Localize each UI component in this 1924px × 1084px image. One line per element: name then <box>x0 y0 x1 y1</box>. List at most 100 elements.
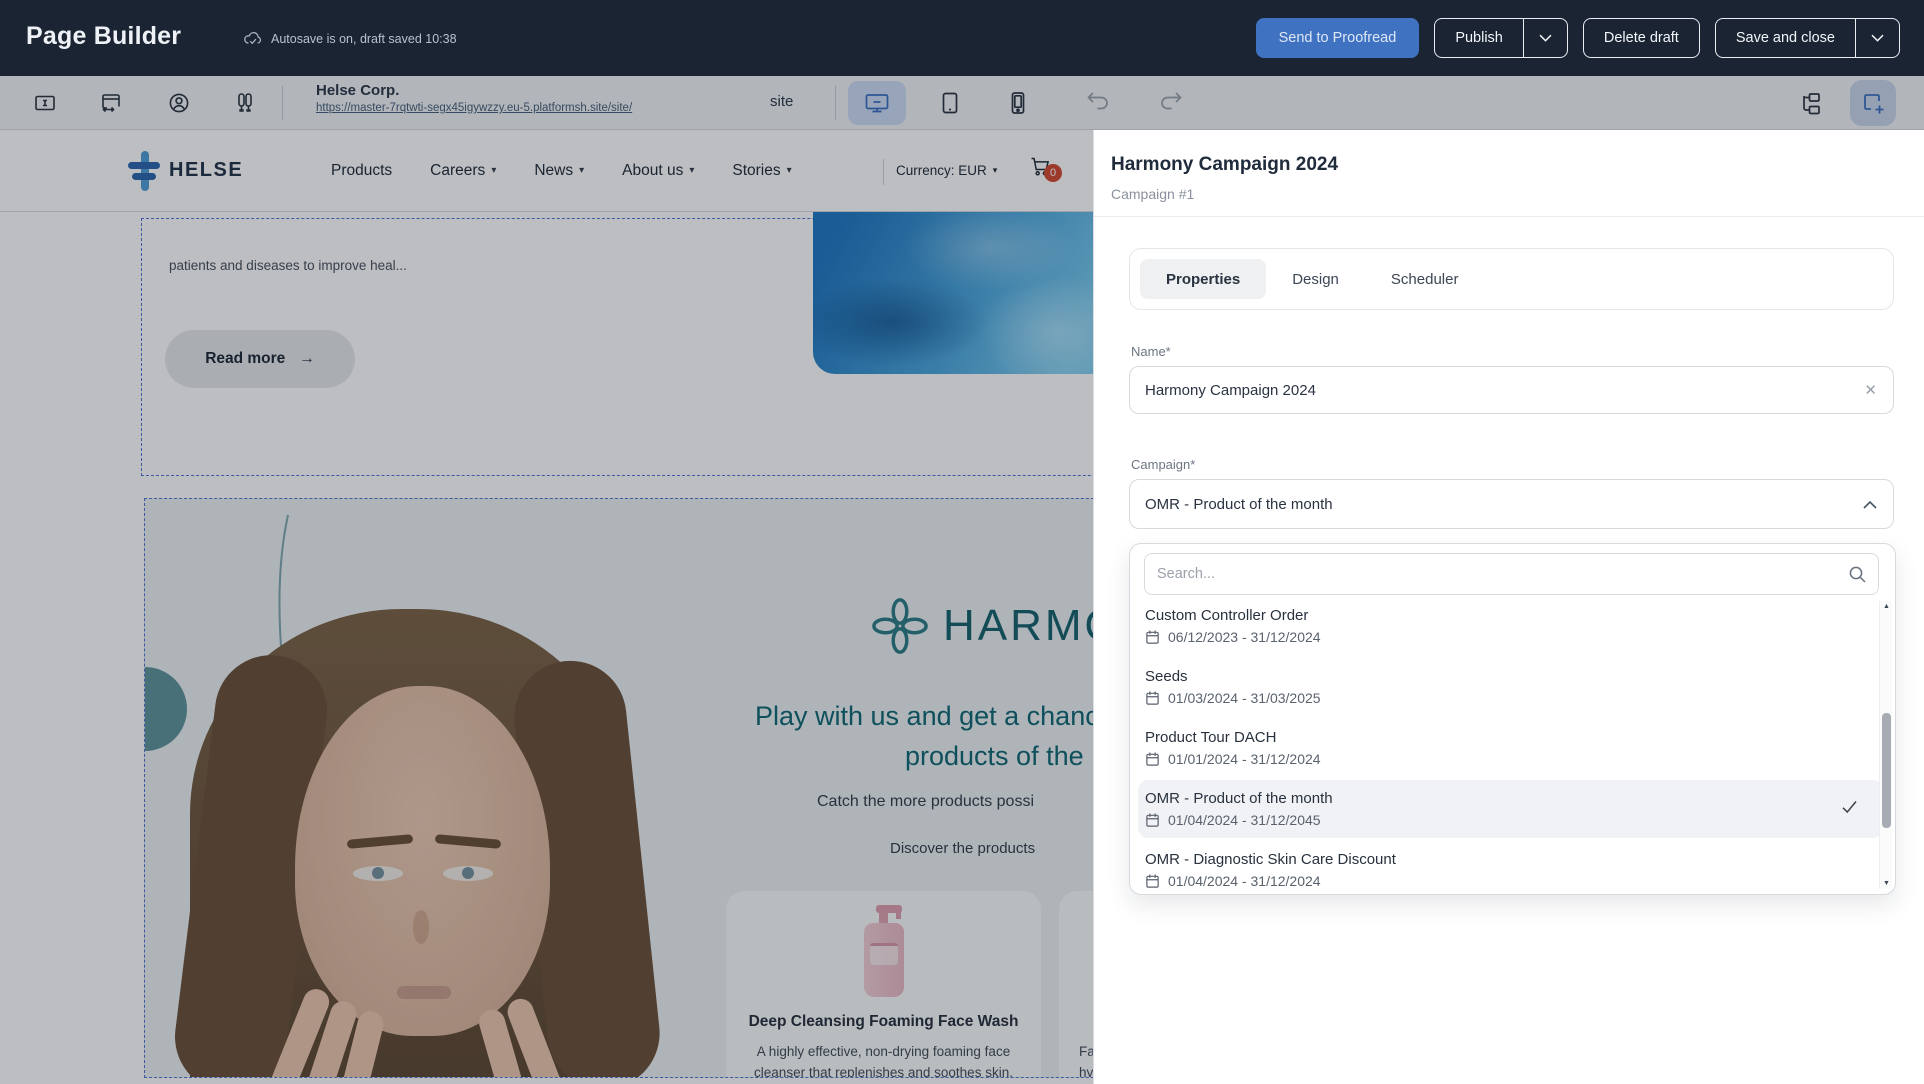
tab-design[interactable]: Design <box>1266 259 1365 299</box>
cloud-check-icon <box>243 30 263 47</box>
name-input[interactable] <box>1130 367 1893 413</box>
toolbar-divider <box>282 86 283 120</box>
campaign-option[interactable]: Seeds 01/03/2024 - 31/03/2025 <box>1130 662 1870 723</box>
publish-button[interactable]: Publish <box>1434 18 1568 58</box>
dropdown-search-field <box>1144 553 1879 595</box>
calendar-icon <box>1145 812 1160 828</box>
user-tool-button[interactable] <box>160 84 198 122</box>
mobile-icon <box>1006 91 1030 115</box>
save-and-close-label[interactable]: Save and close <box>1716 30 1855 46</box>
photo-face <box>295 686 550 1036</box>
nav-label: About us <box>622 162 683 180</box>
calendar-icon <box>1145 690 1160 706</box>
tablet-icon <box>938 91 962 115</box>
photo-nose <box>413 910 429 944</box>
panel-subtitle: Campaign #1 <box>1111 186 1194 202</box>
publish-label[interactable]: Publish <box>1435 30 1523 46</box>
nav-item-news[interactable]: News▾ <box>534 162 584 180</box>
nav-item-stories[interactable]: Stories▾ <box>732 162 791 180</box>
tablet-preview-button[interactable] <box>928 81 972 125</box>
campaign-option[interactable]: Custom Controller Order 06/12/2023 - 31/… <box>1130 601 1870 662</box>
option-dates: 01/04/2024 - 31/12/2024 <box>1145 873 1321 889</box>
autosave-text: Autosave is on, draft saved 10:38 <box>271 32 457 46</box>
product-description: A highly effective, non-drying foaming f… <box>726 1041 1041 1078</box>
caret-down-icon: ▾ <box>689 165 694 176</box>
scrollbar-thumb[interactable] <box>1882 713 1891 828</box>
product-title: Deep Cleansing Foaming Face Wash <box>726 1013 1041 1031</box>
tab-scheduler[interactable]: Scheduler <box>1365 259 1485 299</box>
campaign-option[interactable]: Product Tour DACH 01/01/2024 - 31/12/202… <box>1130 723 1870 784</box>
hero-headline-line1: Play with us and get a chanc <box>755 701 1099 732</box>
campaign-option[interactable]: OMR - Diagnostic Skin Care Discount 01/0… <box>1130 845 1870 895</box>
site-logo[interactable]: HELSE <box>128 151 243 191</box>
site-preview: HELSE Products Careers▾ News▾ About us▾ … <box>0 130 1100 1084</box>
scroll-down-icon[interactable]: ▼ <box>1880 880 1893 887</box>
option-dates-text: 01/03/2024 - 31/03/2025 <box>1168 690 1321 706</box>
desktop-preview-button[interactable] <box>848 81 906 125</box>
layout-swap-icon <box>99 91 123 115</box>
components-tool-button[interactable] <box>226 84 264 122</box>
delete-draft-button[interactable]: Delete draft <box>1583 18 1700 58</box>
nav-label: Stories <box>732 162 780 180</box>
send-to-proofread-button[interactable]: Send to Proofread <box>1256 18 1420 58</box>
option-title: Custom Controller Order <box>1145 607 1308 624</box>
option-dates: 06/12/2023 - 31/12/2024 <box>1145 629 1321 645</box>
campaign-settings-panel: Harmony Campaign 2024 Campaign #1 Proper… <box>1093 130 1924 1084</box>
mobile-preview-button[interactable] <box>996 81 1040 125</box>
text-block-tool-button[interactable] <box>26 84 64 122</box>
tab-properties[interactable]: Properties <box>1140 259 1266 299</box>
campaign-select[interactable]: OMR - Product of the month <box>1129 479 1894 529</box>
calendar-icon <box>1145 629 1160 645</box>
save-dropdown-toggle[interactable] <box>1855 19 1899 57</box>
harmony-campaign-block[interactable]: HARMONY Play with us and get a chanc pro… <box>144 498 1100 1078</box>
option-dates-text: 06/12/2023 - 31/12/2024 <box>1168 629 1321 645</box>
harmony-chain-icon <box>871 597 929 655</box>
undo-icon <box>1085 90 1111 112</box>
currency-selector[interactable]: Currency: EUR ▾ <box>896 163 997 178</box>
tree-icon <box>1799 91 1824 116</box>
photo-iris <box>462 867 474 879</box>
model-photo <box>144 594 710 1078</box>
hero-subtext-1: Catch the more products possi <box>817 793 1034 811</box>
redo-button[interactable] <box>1158 90 1184 112</box>
page-tree-button[interactable] <box>1792 84 1830 122</box>
monitor-icon <box>864 91 890 115</box>
calendar-icon <box>1145 751 1160 767</box>
name-field-label: Name* <box>1131 344 1171 359</box>
user-circle-icon <box>167 91 191 115</box>
site-brand-name: HELSE <box>169 159 243 182</box>
chevron-up-icon <box>1863 501 1877 509</box>
product-bottle-image <box>864 905 904 997</box>
caret-down-icon: ▾ <box>993 165 998 176</box>
site-url-link[interactable]: https://master-7rqtwti-segx45igywzzy.eu-… <box>316 102 632 114</box>
product-card[interactable]: Deep Cleansing Foaming Face Wash A highl… <box>726 891 1041 1078</box>
read-more-button[interactable]: Read more → <box>165 330 355 388</box>
dropdown-scrollbar[interactable]: ▲ ▼ <box>1879 601 1892 889</box>
site-header: HELSE Products Careers▾ News▾ About us▾ … <box>0 130 1100 212</box>
caret-down-icon: ▾ <box>579 165 584 176</box>
layout-swap-tool-button[interactable] <box>92 84 130 122</box>
nav-item-about-us[interactable]: About us ▾ <box>622 162 694 180</box>
arrow-right-icon: → <box>299 350 315 368</box>
nav-item-products[interactable]: Products <box>331 162 392 180</box>
harmony-logo: HARMONY <box>871 597 1100 655</box>
publish-dropdown-toggle[interactable] <box>1523 19 1567 57</box>
nav-label: Careers <box>430 162 485 180</box>
photo-iris <box>372 867 384 879</box>
site-info: Helse Corp. https://master-7rqtwti-segx4… <box>316 82 632 114</box>
nav-item-careers[interactable]: Careers▾ <box>430 162 496 180</box>
clear-name-icon[interactable]: ✕ <box>1864 381 1877 399</box>
site-nav-links: Products Careers▾ News▾ About us▾ Storie… <box>331 162 792 180</box>
cart-button[interactable]: 0 <box>1030 156 1052 177</box>
dropdown-search-input[interactable] <box>1145 554 1878 594</box>
intro-photo <box>813 212 1100 374</box>
harmony-wordmark: HARMONY <box>943 601 1100 651</box>
photo-lips <box>397 986 451 999</box>
undo-button[interactable] <box>1085 90 1111 112</box>
chevron-down-icon <box>1539 34 1552 42</box>
add-block-button[interactable] <box>1850 80 1896 126</box>
campaign-option-selected[interactable]: OMR - Product of the month 01/04/2024 - … <box>1130 784 1870 845</box>
scroll-up-icon[interactable]: ▲ <box>1880 603 1893 610</box>
save-and-close-button[interactable]: Save and close <box>1715 18 1900 58</box>
toolbar-divider <box>835 86 836 120</box>
